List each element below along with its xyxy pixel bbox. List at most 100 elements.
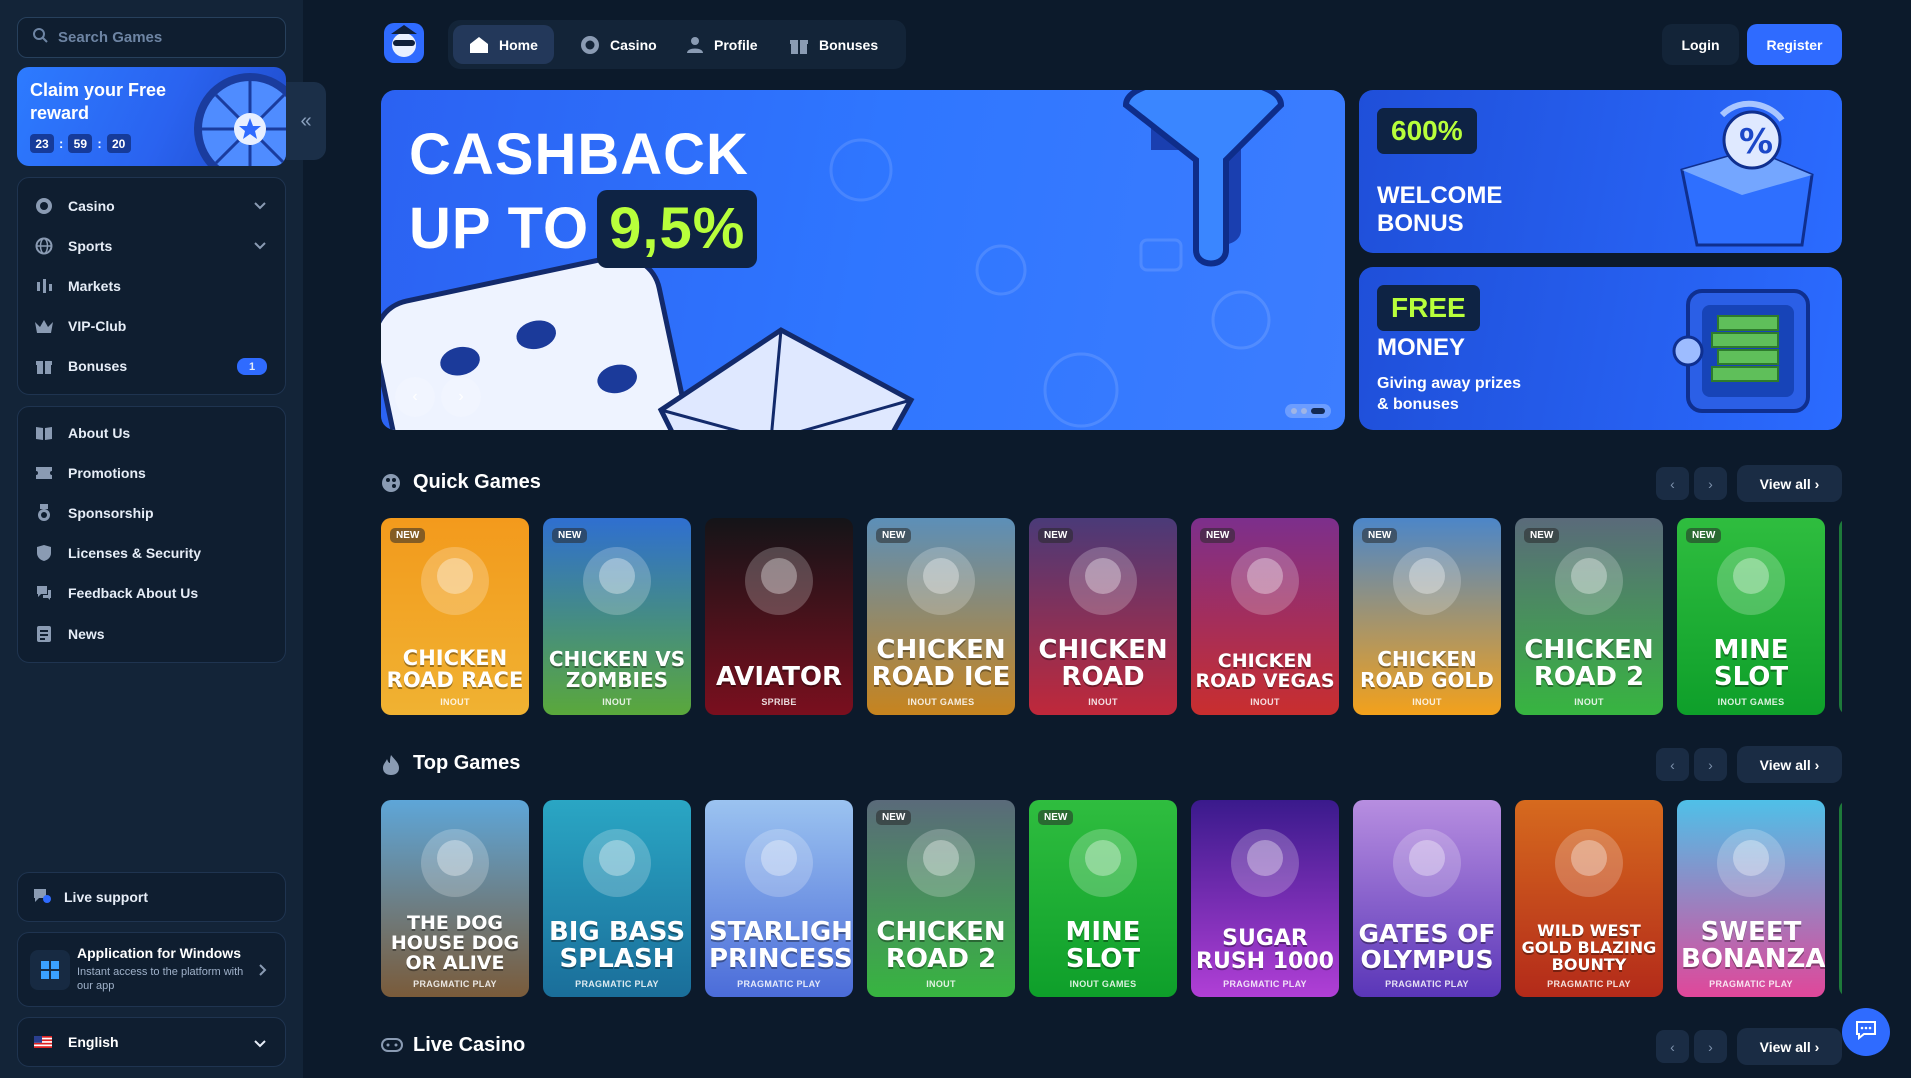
search-box[interactable] bbox=[17, 17, 286, 58]
tab-profile[interactable]: Profile bbox=[670, 25, 774, 64]
quick-games-next-button[interactable]: › bbox=[1694, 467, 1727, 500]
game-provider: INOUT GAMES bbox=[907, 697, 975, 707]
game-title: Aviator bbox=[715, 662, 843, 692]
game-card[interactable]: NEW Mine Slot INOUT GAMES bbox=[1029, 800, 1177, 997]
collapse-sidebar-button[interactable]: « bbox=[286, 82, 326, 160]
sidebar-item-casino[interactable]: Casino bbox=[18, 186, 285, 226]
tab-casino[interactable]: Casino bbox=[564, 25, 673, 64]
new-badge: NEW bbox=[1524, 528, 1560, 543]
login-button[interactable]: Login bbox=[1662, 24, 1739, 65]
sidebar-item-vip-club[interactable]: VIP-Club bbox=[18, 306, 285, 346]
free-money-banner[interactable]: FREE MONEY Giving away prizes & bonuses bbox=[1359, 267, 1842, 430]
chevron-right-icon: › bbox=[1708, 1038, 1713, 1055]
live-casino-view-all[interactable]: View all › bbox=[1737, 1028, 1842, 1065]
chat-widget-button[interactable] bbox=[1842, 1008, 1890, 1056]
game-title: The Dog House Dog or Alive bbox=[390, 912, 520, 974]
game-card[interactable]: Wild West Gold Blazing Bounty PRAGMATIC P… bbox=[1515, 800, 1663, 997]
sidebar-item-sports[interactable]: Sports bbox=[18, 226, 285, 266]
pagination-dot[interactable] bbox=[1291, 408, 1297, 414]
tab-label: Casino bbox=[610, 36, 657, 53]
game-artwork bbox=[1058, 818, 1148, 908]
pagination-dot[interactable] bbox=[1301, 408, 1307, 414]
top-games-view-all[interactable]: View all › bbox=[1737, 746, 1842, 783]
us-flag-icon bbox=[34, 1036, 52, 1048]
live-support-button[interactable]: Live support bbox=[17, 872, 286, 922]
top-games-next-button[interactable]: › bbox=[1694, 748, 1727, 781]
sidebar-item-bonuses[interactable]: Bonuses 1 bbox=[18, 346, 285, 386]
hero-prev-button[interactable]: ‹ bbox=[395, 377, 435, 417]
sidebar-item-sponsorship[interactable]: Sponsorship bbox=[18, 493, 285, 533]
timer-minutes: 59 bbox=[68, 134, 93, 153]
quick-games-view-all[interactable]: View all › bbox=[1737, 465, 1842, 502]
pagination-dot-active[interactable] bbox=[1311, 408, 1325, 414]
hero-next-button[interactable]: › bbox=[441, 377, 481, 417]
timer-seconds: 20 bbox=[106, 134, 131, 153]
live-casino-prev-button[interactable]: ‹ bbox=[1656, 1030, 1689, 1063]
cashback-banner[interactable]: CASHBACK UP TO 9,5% ‹ › bbox=[381, 90, 1345, 430]
free-reward-banner[interactable]: Claim your Free reward 23 : 59 : 20 bbox=[17, 67, 286, 166]
crown-icon bbox=[34, 316, 54, 336]
sidebar-item-label: Casino bbox=[68, 198, 115, 214]
new-badge: NEW bbox=[1038, 528, 1074, 543]
sidebar-item-licenses-security[interactable]: Licenses & Security bbox=[18, 533, 285, 573]
game-card[interactable]: The Dog House Dog or Alive PRAGMATIC PLAY bbox=[381, 800, 529, 997]
tab-label: Bonuses bbox=[819, 36, 879, 53]
game-card[interactable]: NEW Mine Slot INOUT GAMES bbox=[1677, 518, 1825, 715]
sidebar-item-feedback[interactable]: Feedback About Us bbox=[18, 573, 285, 613]
game-card[interactable]: Sugar Rush 1000 PRAGMATIC PLAY bbox=[1191, 800, 1339, 997]
tab-label: Home bbox=[499, 36, 538, 53]
game-card[interactable]: Gates of Olympus PRAGMATIC PLAY bbox=[1353, 800, 1501, 997]
new-badge: NEW bbox=[876, 528, 912, 543]
game-card[interactable]: NEW Chicken Road Vegas INOUT bbox=[1191, 518, 1339, 715]
new-badge: NEW bbox=[1362, 528, 1398, 543]
sidebar: Claim your Free reward 23 : 59 : 20 Casi… bbox=[0, 0, 303, 1078]
game-card-partial[interactable] bbox=[1839, 800, 1842, 997]
game-artwork bbox=[1706, 536, 1796, 626]
sidebar-item-label: News bbox=[68, 626, 105, 642]
quick-games-prev-button[interactable]: ‹ bbox=[1656, 467, 1689, 500]
windows-app-banner[interactable]: Application for Windows Instant access t… bbox=[17, 932, 286, 1007]
language-selector[interactable]: English bbox=[17, 1017, 286, 1067]
tab-home[interactable]: Home bbox=[453, 25, 554, 64]
game-title: Sweet Bonanza bbox=[1681, 917, 1825, 974]
game-card[interactable]: Aviator SPRIBE bbox=[705, 518, 853, 715]
hero-pagination[interactable] bbox=[1285, 404, 1331, 418]
welcome-bonus-banner[interactable]: % 600% WELCOME BONUS bbox=[1359, 90, 1842, 253]
game-card[interactable]: Sweet Bonanza PRAGMATIC PLAY bbox=[1677, 800, 1825, 997]
game-card[interactable]: NEW Chicken vs Zombies INOUT bbox=[543, 518, 691, 715]
chevron-down-icon[interactable] bbox=[253, 198, 267, 215]
game-card[interactable]: NEW Chicken Road 2 INOUT bbox=[1515, 518, 1663, 715]
tab-bonuses[interactable]: Bonuses bbox=[773, 25, 894, 64]
game-card[interactable]: NEW Chicken Road 2 INOUT bbox=[867, 800, 1015, 997]
chevron-down-icon[interactable] bbox=[253, 238, 267, 255]
game-artwork bbox=[1058, 536, 1148, 626]
game-card[interactable]: NEW Chicken Road Gold INOUT bbox=[1353, 518, 1501, 715]
sidebar-item-news[interactable]: News bbox=[18, 614, 285, 654]
game-artwork bbox=[734, 536, 824, 626]
game-card[interactable]: Starlight Princess PRAGMATIC PLAY bbox=[705, 800, 853, 997]
sidebar-item-about-us[interactable]: About Us bbox=[18, 413, 285, 453]
view-all-label: View all bbox=[1759, 475, 1811, 492]
hero-line-1: CASHBACK bbox=[409, 122, 749, 187]
welcome-bonus-tag: 600% bbox=[1377, 108, 1477, 154]
sidebar-item-markets[interactable]: Markets bbox=[18, 266, 285, 306]
game-card[interactable]: NEW Chicken Road Race INOUT bbox=[381, 518, 529, 715]
game-provider: PRAGMATIC PLAY bbox=[737, 979, 821, 989]
top-games-prev-button[interactable]: ‹ bbox=[1656, 748, 1689, 781]
game-artwork bbox=[1544, 818, 1634, 908]
register-button[interactable]: Register bbox=[1747, 24, 1842, 65]
game-card[interactable]: NEW Chicken Road INOUT bbox=[1029, 518, 1177, 715]
hero-line-2: UP TO bbox=[409, 196, 590, 261]
casino-chip-icon bbox=[34, 196, 54, 216]
gift-icon bbox=[789, 35, 809, 55]
brand-logo[interactable] bbox=[381, 20, 427, 66]
game-artwork bbox=[1706, 818, 1796, 908]
game-card[interactable]: NEW Chicken Road Ice INOUT GAMES bbox=[867, 518, 1015, 715]
game-card[interactable]: Big Bass Splash PRAGMATIC PLAY bbox=[543, 800, 691, 997]
sidebar-item-promotions[interactable]: Promotions bbox=[18, 453, 285, 493]
live-casino-next-button[interactable]: › bbox=[1694, 1030, 1727, 1063]
search-input[interactable] bbox=[58, 29, 268, 46]
game-artwork bbox=[410, 818, 500, 908]
game-card-partial[interactable] bbox=[1839, 518, 1842, 715]
gamepad-icon bbox=[381, 1036, 403, 1059]
